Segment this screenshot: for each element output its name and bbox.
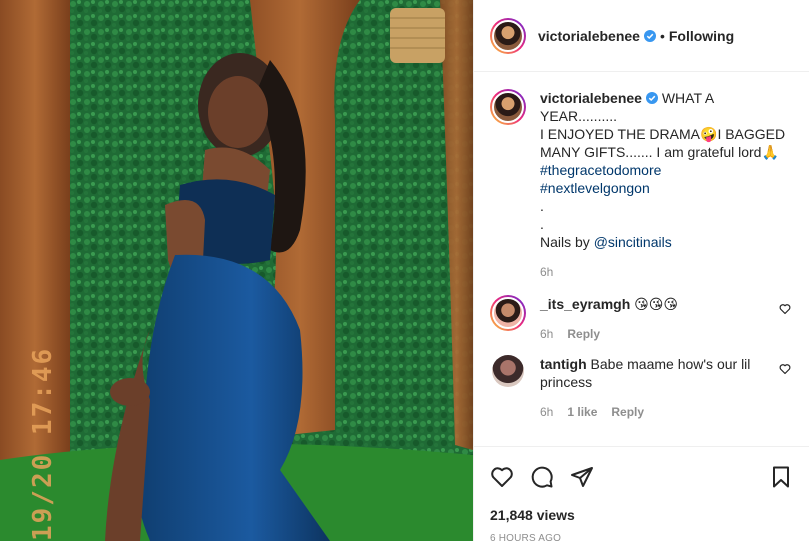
caption-dot: .: [540, 198, 544, 214]
caption-dot: .: [540, 216, 544, 232]
commenter-username[interactable]: _its_eyramgh: [540, 296, 630, 312]
reply-button[interactable]: Reply: [611, 403, 644, 421]
post-media[interactable]: 19/20 17:46: [0, 0, 473, 541]
view-count[interactable]: 21,848 views: [490, 507, 793, 523]
crazy-face-emoji: 🤪: [700, 126, 718, 142]
hashtag-link[interactable]: #nextlevelgongon: [540, 179, 650, 197]
bookmark-icon[interactable]: [769, 465, 793, 489]
paper-plane-icon[interactable]: [570, 465, 594, 489]
comment-bubble-icon[interactable]: [530, 465, 554, 489]
caption-line-2a: I ENJOYED THE DRAMA: [540, 126, 700, 142]
hashtag-link[interactable]: #thegracetodomore: [540, 161, 661, 179]
commenter-avatar[interactable]: [492, 355, 524, 387]
verified-badge-icon: [645, 92, 658, 104]
small-heart-icon[interactable]: [779, 363, 791, 375]
comment-item: tantigh Babe maame how's our lil princes…: [490, 355, 793, 421]
post-caption: victorialebenee WHAT A YEAR.......... I …: [490, 89, 793, 281]
caption-line-2b: I BAGGED: [717, 126, 786, 142]
comment-time[interactable]: 6h: [540, 325, 553, 343]
video-timestamp-overlay: 19/20 17:46: [28, 346, 58, 541]
commenter-avatar[interactable]: [490, 295, 526, 331]
comment-likes[interactable]: 1 like: [567, 403, 597, 421]
post-timestamp[interactable]: 6 HOURS AGO: [490, 533, 793, 541]
caption-nails-prefix: Nails by: [540, 234, 594, 250]
comment-text: 😘😘😘: [634, 296, 678, 312]
praying-hands-emoji: 🙏: [761, 144, 779, 160]
caption-avatar[interactable]: [490, 89, 526, 125]
caption-username[interactable]: victorialebenee: [540, 90, 642, 106]
mention-link[interactable]: @sincitinails: [594, 233, 672, 251]
post-photo: [0, 0, 473, 541]
author-avatar[interactable]: [490, 17, 526, 54]
verified-badge-icon: [643, 29, 656, 42]
post-sidebar: victorialebenee • Following victorialebe…: [473, 0, 809, 541]
caption-line-3: MANY GIFTS....... I am grateful lord: [540, 144, 762, 160]
comments-section[interactable]: victorialebenee WHAT A YEAR.......... I …: [474, 73, 809, 445]
commenter-username[interactable]: tantigh: [540, 356, 587, 372]
following-button[interactable]: Following: [669, 28, 734, 44]
small-heart-icon[interactable]: [779, 303, 791, 315]
comment-item: _its_eyramgh 😘😘😘 6h Reply: [490, 295, 793, 343]
caption-time[interactable]: 6h: [540, 263, 553, 281]
post-actions: 21,848 views 6 HOURS AGO: [474, 446, 809, 541]
header-separator: •: [659, 27, 665, 44]
comment-time[interactable]: 6h: [540, 403, 553, 421]
reply-button[interactable]: Reply: [567, 325, 600, 343]
heart-outline-icon[interactable]: [490, 465, 514, 489]
post-header: victorialebenee • Following: [474, 0, 809, 72]
author-username[interactable]: victorialebenee: [538, 28, 640, 44]
